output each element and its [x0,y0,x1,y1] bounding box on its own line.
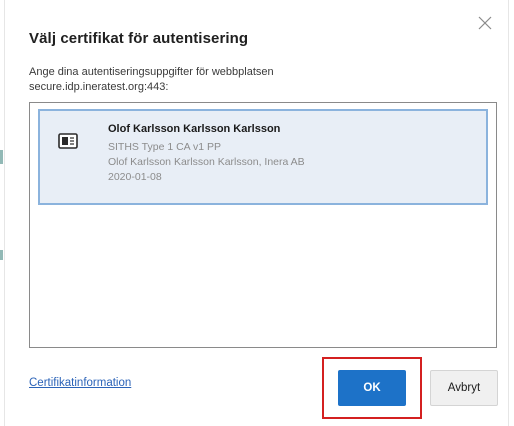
ok-button[interactable]: OK [338,370,406,406]
certificate-issuer: SITHS Type 1 CA v1 PP [108,141,222,153]
site-address: secure.idp.ineratest.org:443: [29,81,169,93]
certificate-card-icon [58,133,78,149]
certificate-dialog: Välj certifikat för autentisering Ange d… [4,0,509,426]
cancel-button[interactable]: Avbryt [430,370,498,406]
background-edge-mark [0,150,3,164]
certificate-name: Olof Karlsson Karlsson Karlsson [108,123,281,135]
certificate-list[interactable]: Olof Karlsson Karlsson Karlsson SITHS Ty… [29,102,497,348]
certificate-item[interactable]: Olof Karlsson Karlsson Karlsson SITHS Ty… [38,109,488,205]
close-icon [478,16,492,30]
certificate-info-link[interactable]: Certifikatinformation [29,377,131,389]
dialog-description: Ange dina autentiseringsuppgifter för we… [29,65,429,95]
description-line: Ange dina autentiseringsuppgifter för we… [29,66,274,78]
page: Välj certifikat för autentisering Ange d… [0,0,514,426]
dialog-title: Välj certifikat för autentisering [29,30,249,47]
certificate-details: Olof Karlsson Karlsson Karlsson SITHS Ty… [108,123,305,185]
certificate-date: 2020-01-08 [108,171,162,183]
certificate-subject: Olof Karlsson Karlsson Karlsson, Inera A… [108,156,305,168]
close-button[interactable] [474,12,496,34]
background-edge-mark [0,250,3,260]
